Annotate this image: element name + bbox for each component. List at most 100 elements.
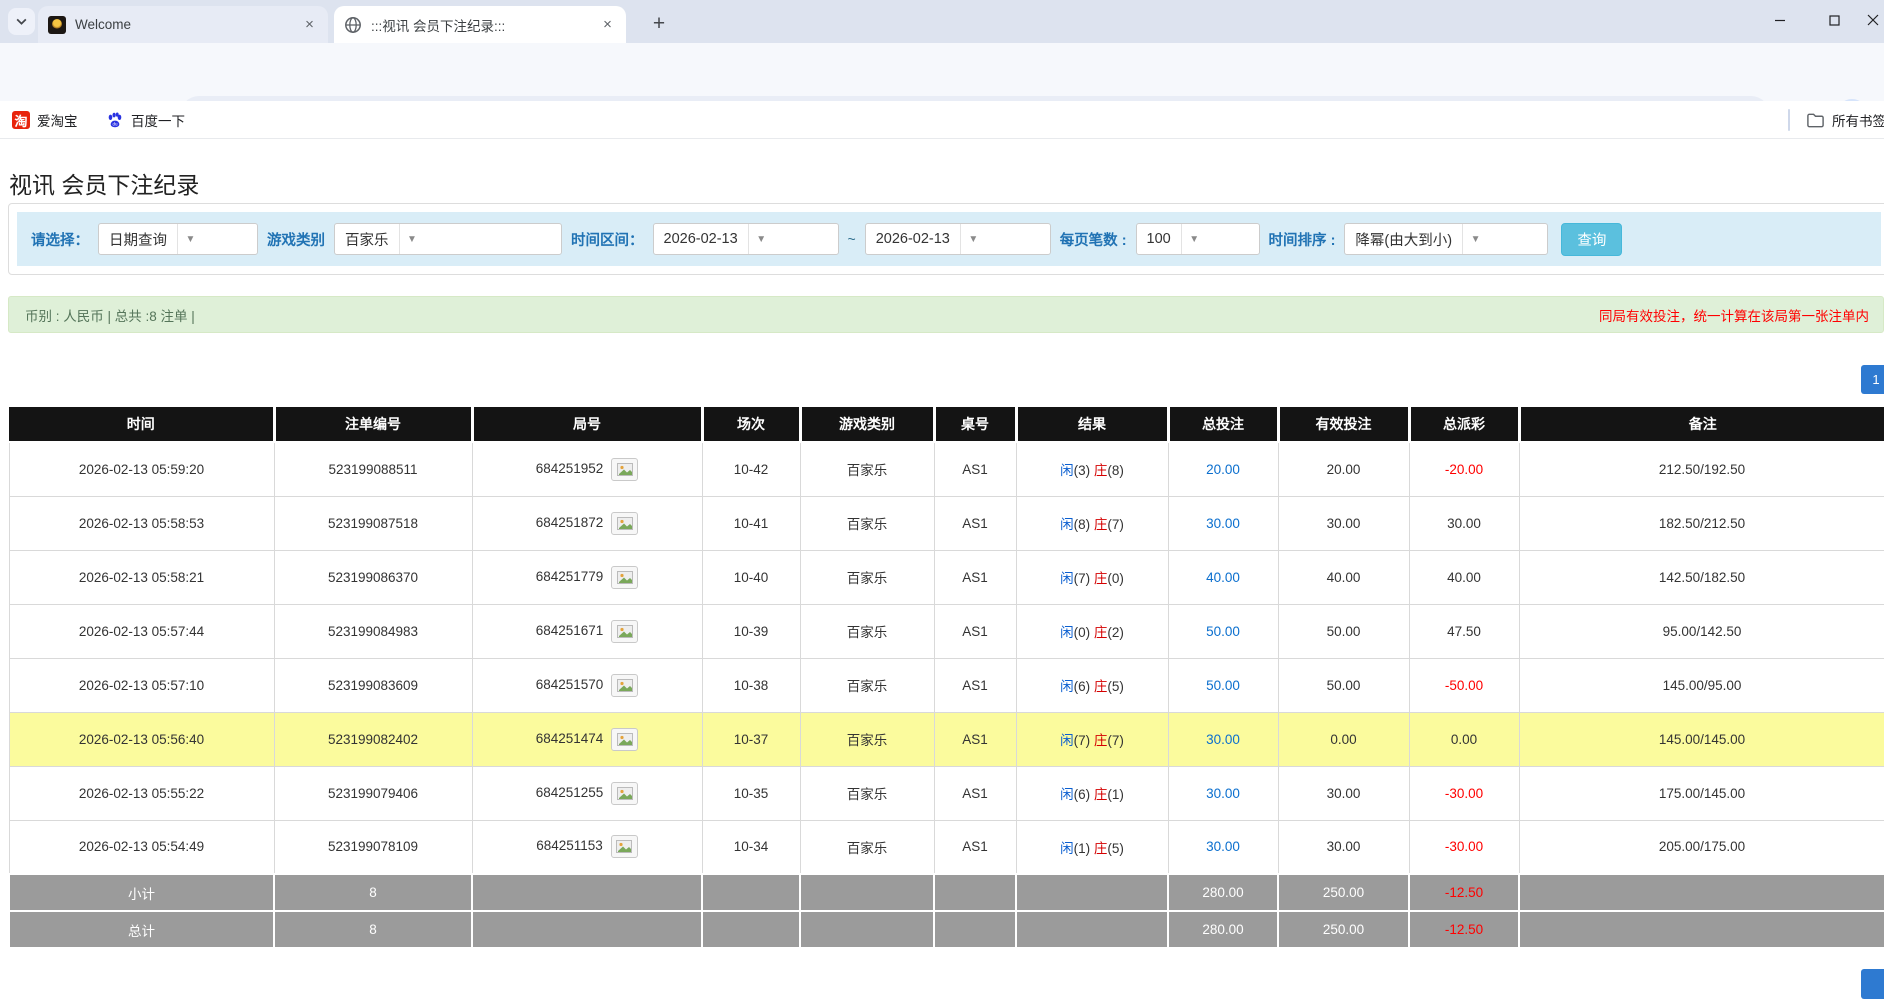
maximize-icon (1829, 15, 1840, 26)
cell-payout: 0.00 (1409, 712, 1519, 766)
bookmark-aitaobao[interactable]: 淘 爱淘宝 (6, 107, 84, 133)
column-header: 结果 (1016, 407, 1168, 442)
table-row: 2026-02-13 05:55:22523199079406684251255… (9, 766, 1884, 820)
cell-round-id: 684251872 (472, 496, 702, 550)
cell-payout: -50.00 (1409, 658, 1519, 712)
cell-total-bet: 50.00 (1168, 658, 1278, 712)
round-result-icon[interactable] (611, 728, 638, 751)
round-result-icon[interactable] (611, 566, 638, 589)
all-bookmarks-label: 所有书签 (1832, 110, 1884, 130)
chevron-down-icon: ▼ (399, 224, 425, 254)
tab-title: :::视讯 会员下注纪录::: (371, 15, 599, 35)
chevron-down-icon (15, 15, 28, 28)
game-type-value: 百家乐 (335, 224, 399, 254)
cell-bet-id: 523199079406 (274, 766, 472, 820)
all-bookmarks-button[interactable]: 所有书签 (1800, 107, 1884, 133)
pagination-page-1-top[interactable]: 1 (1861, 365, 1884, 394)
cell-payout: 47.50 (1409, 604, 1519, 658)
cell-totals-count: 8 (274, 874, 472, 911)
page-content: 视讯 会员下注纪录 请选择： 日期查询 ▼ 游戏类别 百家乐 ▼ 时间区间： 2… (0, 139, 1884, 982)
cell-empty (934, 911, 1016, 948)
tab-close-icon[interactable]: × (301, 16, 318, 33)
bet-record-table: 时间注单编号局号场次游戏类别桌号结果总投注有效投注总派彩备注 2026-02-1… (8, 407, 1884, 949)
cell-game-type: 百家乐 (800, 550, 934, 604)
new-tab-button[interactable]: + (645, 10, 673, 38)
bookmark-baidu[interactable]: du 百度一下 (100, 107, 191, 133)
baidu-paw-icon: du (106, 111, 124, 129)
cell-bet-id: 523199084983 (274, 604, 472, 658)
summary-bar: 币别 : 人民币 | 总共 :8 注单 | 同局有效投注，统一计算在该局第一张注… (8, 296, 1884, 333)
table-header-row: 时间注单编号局号场次游戏类别桌号结果总投注有效投注总派彩备注 (9, 407, 1884, 442)
cell-totals-label: 总计 (9, 911, 274, 948)
cell-total-bet: 30.00 (1168, 496, 1278, 550)
cell-remark: 145.00/95.00 (1519, 658, 1884, 712)
round-result-icon[interactable] (611, 782, 638, 805)
cell-time: 2026-02-13 05:55:22 (9, 766, 274, 820)
date-range-tilde: ~ (848, 231, 856, 247)
close-button[interactable] (1862, 0, 1884, 40)
table-row: 2026-02-13 05:57:10523199083609684251570… (9, 658, 1884, 712)
time-sort-select[interactable]: 降幂(由大到小) ▼ (1344, 223, 1548, 255)
column-header: 时间 (9, 407, 274, 442)
cell-empty (1519, 874, 1884, 911)
round-result-icon[interactable] (611, 512, 638, 535)
tab-welcome[interactable]: Welcome × (38, 6, 328, 43)
tab-search-button[interactable] (8, 8, 35, 35)
cell-time: 2026-02-13 05:56:40 (9, 712, 274, 766)
cell-result: 闲(6) 庄(5) (1016, 658, 1168, 712)
date-to-value: 2026-02-13 (866, 224, 960, 254)
round-result-icon[interactable] (611, 458, 638, 481)
round-result-icon[interactable] (611, 835, 638, 858)
tab-close-icon[interactable]: × (599, 16, 616, 33)
cell-game-type: 百家乐 (800, 442, 934, 496)
cell-game-type: 百家乐 (800, 658, 934, 712)
column-header: 备注 (1519, 407, 1884, 442)
cell-totals-label: 小计 (9, 874, 274, 911)
cell-table-no: AS1 (934, 712, 1016, 766)
cell-session: 10-41 (702, 496, 800, 550)
round-result-icon[interactable] (611, 620, 638, 643)
maximize-button[interactable] (1807, 0, 1862, 40)
cell-empty (702, 911, 800, 948)
currency-summary: 币别 : 人民币 | 总共 :8 注单 | (25, 305, 195, 325)
cell-remark: 142.50/182.50 (1519, 550, 1884, 604)
date-to-select[interactable]: 2026-02-13 ▼ (865, 223, 1051, 255)
cell-empty (800, 874, 934, 911)
bookmark-label: 爱淘宝 (37, 110, 78, 130)
select-type-label: 请选择： (31, 229, 89, 250)
round-result-icon[interactable] (611, 674, 638, 697)
page-size-select[interactable]: 100 ▼ (1136, 223, 1260, 255)
cell-totals-payout: -12.50 (1409, 874, 1519, 911)
date-from-select[interactable]: 2026-02-13 ▼ (653, 223, 839, 255)
cell-empty (472, 874, 702, 911)
minimize-button[interactable] (1752, 0, 1807, 40)
tab-bet-record[interactable]: :::视讯 会员下注纪录::: × (334, 6, 626, 43)
table-row: 2026-02-13 05:57:44523199084983684251671… (9, 604, 1884, 658)
minimize-icon (1774, 14, 1786, 26)
page-title: 视讯 会员下注纪录 (9, 166, 199, 200)
cell-time: 2026-02-13 05:57:10 (9, 658, 274, 712)
search-button[interactable]: 查询 (1561, 223, 1622, 256)
cell-valid-bet: 30.00 (1278, 820, 1409, 874)
bookmarks-divider (1788, 109, 1790, 131)
cell-totals-valid-bet: 250.00 (1278, 911, 1409, 948)
pagination-page-1-bottom[interactable] (1861, 969, 1884, 999)
cell-game-type: 百家乐 (800, 604, 934, 658)
cell-session: 10-38 (702, 658, 800, 712)
column-header: 总派彩 (1409, 407, 1519, 442)
game-type-select[interactable]: 百家乐 ▼ (334, 223, 562, 255)
cell-empty (702, 874, 800, 911)
cell-table-no: AS1 (934, 442, 1016, 496)
cell-game-type: 百家乐 (800, 766, 934, 820)
column-header: 总投注 (1168, 407, 1278, 442)
query-type-select[interactable]: 日期查询 ▼ (98, 223, 258, 255)
browser-toolbar: videoie.com/ipl/portal.php/game/betrecor… (0, 43, 1884, 101)
cell-total-bet: 30.00 (1168, 820, 1278, 874)
cell-round-id: 684251255 (472, 766, 702, 820)
cell-bet-id: 523199082402 (274, 712, 472, 766)
cell-remark: 212.50/192.50 (1519, 442, 1884, 496)
cell-totals-valid-bet: 250.00 (1278, 874, 1409, 911)
close-icon (1867, 14, 1879, 26)
window-controls (1752, 0, 1884, 40)
cell-payout: -30.00 (1409, 820, 1519, 874)
